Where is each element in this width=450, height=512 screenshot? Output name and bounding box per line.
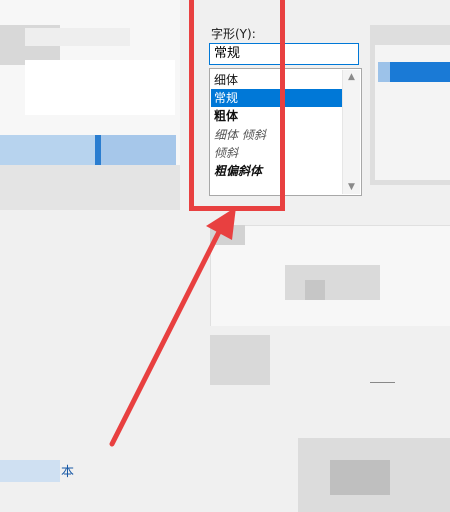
- annotation-arrow-icon: [109, 207, 236, 447]
